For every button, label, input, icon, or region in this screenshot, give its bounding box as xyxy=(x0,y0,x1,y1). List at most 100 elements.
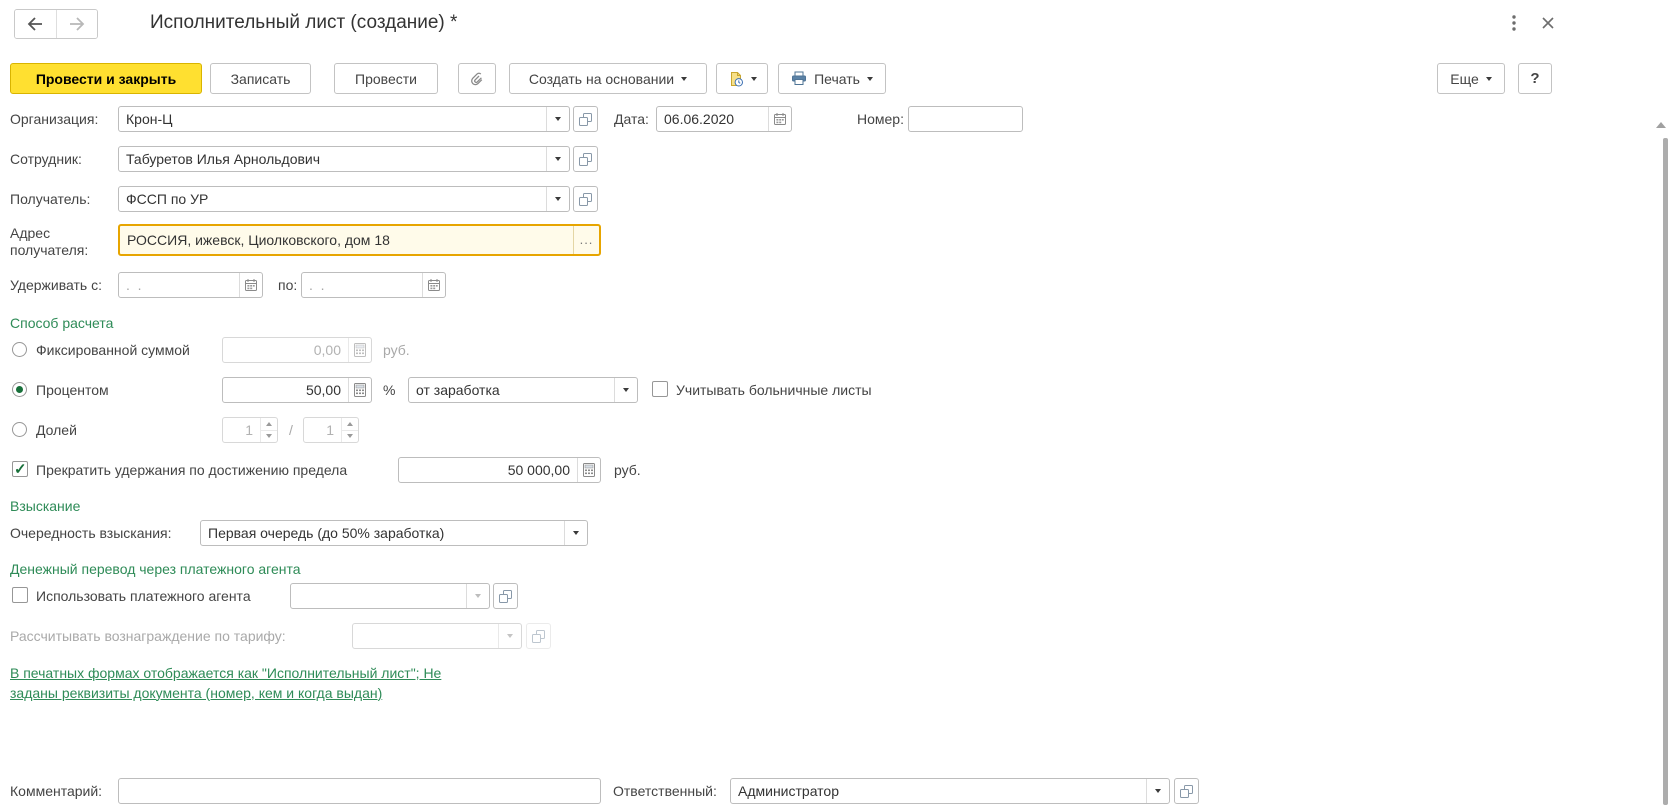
date-calendar-button[interactable] xyxy=(768,107,791,131)
share-numerator-input[interactable] xyxy=(223,418,260,442)
open-link-icon xyxy=(532,629,545,643)
percent-source-input[interactable] xyxy=(409,378,614,402)
withhold-from-calendar-button[interactable] xyxy=(239,273,262,297)
chevron-down-icon xyxy=(623,388,629,392)
stop-at-limit-checkbox[interactable] xyxy=(12,460,28,478)
spinner-up-icon[interactable] xyxy=(261,418,277,430)
organization-open-button[interactable] xyxy=(573,106,598,132)
percent-field[interactable] xyxy=(222,377,372,403)
date-input[interactable] xyxy=(657,107,768,131)
close-icon[interactable] xyxy=(1538,13,1558,33)
scroll-up-icon[interactable] xyxy=(1656,122,1666,128)
employee-dropdown-button[interactable] xyxy=(546,147,569,171)
print-button[interactable]: Печать xyxy=(778,63,886,94)
priority-input[interactable] xyxy=(201,521,564,545)
share-numerator-field[interactable] xyxy=(222,417,278,443)
percent-radio[interactable] xyxy=(12,382,27,397)
document-journal-button[interactable] xyxy=(716,63,768,94)
employee-input[interactable] xyxy=(119,147,546,171)
chevron-down-icon xyxy=(866,76,873,81)
more-button[interactable]: Еще xyxy=(1437,63,1505,94)
share-denominator-input[interactable] xyxy=(304,418,341,442)
comment-input[interactable] xyxy=(119,779,600,803)
responsible-open-button[interactable] xyxy=(1174,778,1199,804)
fixed-sum-input[interactable] xyxy=(223,338,348,362)
tariff-open-button[interactable] xyxy=(526,623,551,649)
responsible-dropdown-button[interactable] xyxy=(1146,779,1169,803)
create-based-on-button[interactable]: Создать на основании xyxy=(509,63,707,94)
withhold-to-input[interactable] xyxy=(302,273,422,297)
withhold-from-field[interactable] xyxy=(118,272,263,298)
recipient-field[interactable] xyxy=(118,186,570,212)
help-button[interactable]: ? xyxy=(1518,63,1552,94)
chevron-down-icon xyxy=(507,634,513,638)
recipient-address-more-button[interactable]: ... xyxy=(573,226,599,254)
fixed-sum-radio[interactable] xyxy=(12,342,27,357)
priority-select[interactable] xyxy=(200,520,588,546)
organization-field[interactable] xyxy=(118,106,570,132)
organization-input[interactable] xyxy=(119,107,546,131)
limit-amount-calc-button[interactable] xyxy=(577,458,600,482)
withhold-from-input[interactable] xyxy=(119,273,239,297)
page-title: Исполнительный лист (создание) * xyxy=(150,12,458,33)
number-input[interactable] xyxy=(909,107,1022,131)
date-field[interactable] xyxy=(656,106,792,132)
tariff-input[interactable] xyxy=(353,624,498,648)
percent-source-select[interactable] xyxy=(408,377,638,403)
withhold-to-calendar-button[interactable] xyxy=(422,273,445,297)
priority-dropdown-button[interactable] xyxy=(564,521,587,545)
spinner-up-icon[interactable] xyxy=(342,418,358,430)
share-radio[interactable] xyxy=(12,422,27,437)
recipient-address-field[interactable]: ... xyxy=(118,224,601,256)
kebab-menu-icon[interactable] xyxy=(1504,13,1524,33)
limit-amount-unit: руб. xyxy=(614,462,641,478)
employee-open-button[interactable] xyxy=(573,146,598,172)
use-payment-agent-checkbox[interactable] xyxy=(12,587,28,603)
sick-leave-label: Учитывать больничные листы xyxy=(676,382,872,398)
vertical-scrollbar[interactable] xyxy=(1663,138,1668,805)
spinner-down-icon[interactable] xyxy=(261,429,277,443)
back-button[interactable] xyxy=(15,10,56,38)
share-numerator-spinner[interactable] xyxy=(260,418,277,442)
payment-agent-input[interactable] xyxy=(291,584,466,608)
recipient-input[interactable] xyxy=(119,187,546,211)
attachments-button[interactable] xyxy=(458,63,496,94)
recipient-dropdown-button[interactable] xyxy=(546,187,569,211)
recipient-address-input[interactable] xyxy=(120,226,573,254)
employee-field[interactable] xyxy=(118,146,570,172)
save-button[interactable]: Записать xyxy=(210,63,311,94)
recipient-address-label: Адрес получателя: xyxy=(10,225,89,258)
payment-agent-dropdown-button[interactable] xyxy=(466,584,489,608)
tariff-label: Рассчитывать вознаграждение по тарифу: xyxy=(10,628,286,644)
sick-leave-checkbox[interactable] xyxy=(652,381,668,397)
percent-calc-button[interactable] xyxy=(348,378,371,402)
fixed-sum-field[interactable] xyxy=(222,337,372,363)
limit-amount-input[interactable] xyxy=(399,458,577,482)
comment-field[interactable] xyxy=(118,778,601,804)
spinner-down-icon[interactable] xyxy=(342,429,358,443)
responsible-field[interactable] xyxy=(730,778,1170,804)
chevron-down-icon xyxy=(573,531,579,535)
responsible-input[interactable] xyxy=(731,779,1146,803)
post-and-close-button[interactable]: Провести и закрыть xyxy=(10,63,202,94)
tariff-dropdown-button[interactable] xyxy=(498,624,521,648)
tariff-field[interactable] xyxy=(352,623,522,649)
percent-source-dropdown-button[interactable] xyxy=(614,378,637,402)
more-label: Еще xyxy=(1450,70,1479,87)
payment-agent-field[interactable] xyxy=(290,583,490,609)
forward-button[interactable] xyxy=(55,10,97,38)
recipient-open-button[interactable] xyxy=(573,186,598,212)
withhold-to-field[interactable] xyxy=(301,272,446,298)
organization-dropdown-button[interactable] xyxy=(546,107,569,131)
payment-agent-open-button[interactable] xyxy=(493,583,518,609)
limit-amount-field[interactable] xyxy=(398,457,601,483)
number-field[interactable] xyxy=(908,106,1023,132)
fixed-sum-calc-button[interactable] xyxy=(348,338,371,362)
print-form-warning-link[interactable]: В печатных формах отображается как "Испо… xyxy=(10,664,442,703)
post-button[interactable]: Провести xyxy=(334,63,438,94)
paperclip-icon xyxy=(471,72,483,85)
use-payment-agent-label: Использовать платежного агента xyxy=(36,588,251,604)
share-denominator-spinner[interactable] xyxy=(341,418,358,442)
share-denominator-field[interactable] xyxy=(303,417,359,443)
percent-input[interactable] xyxy=(223,378,348,402)
